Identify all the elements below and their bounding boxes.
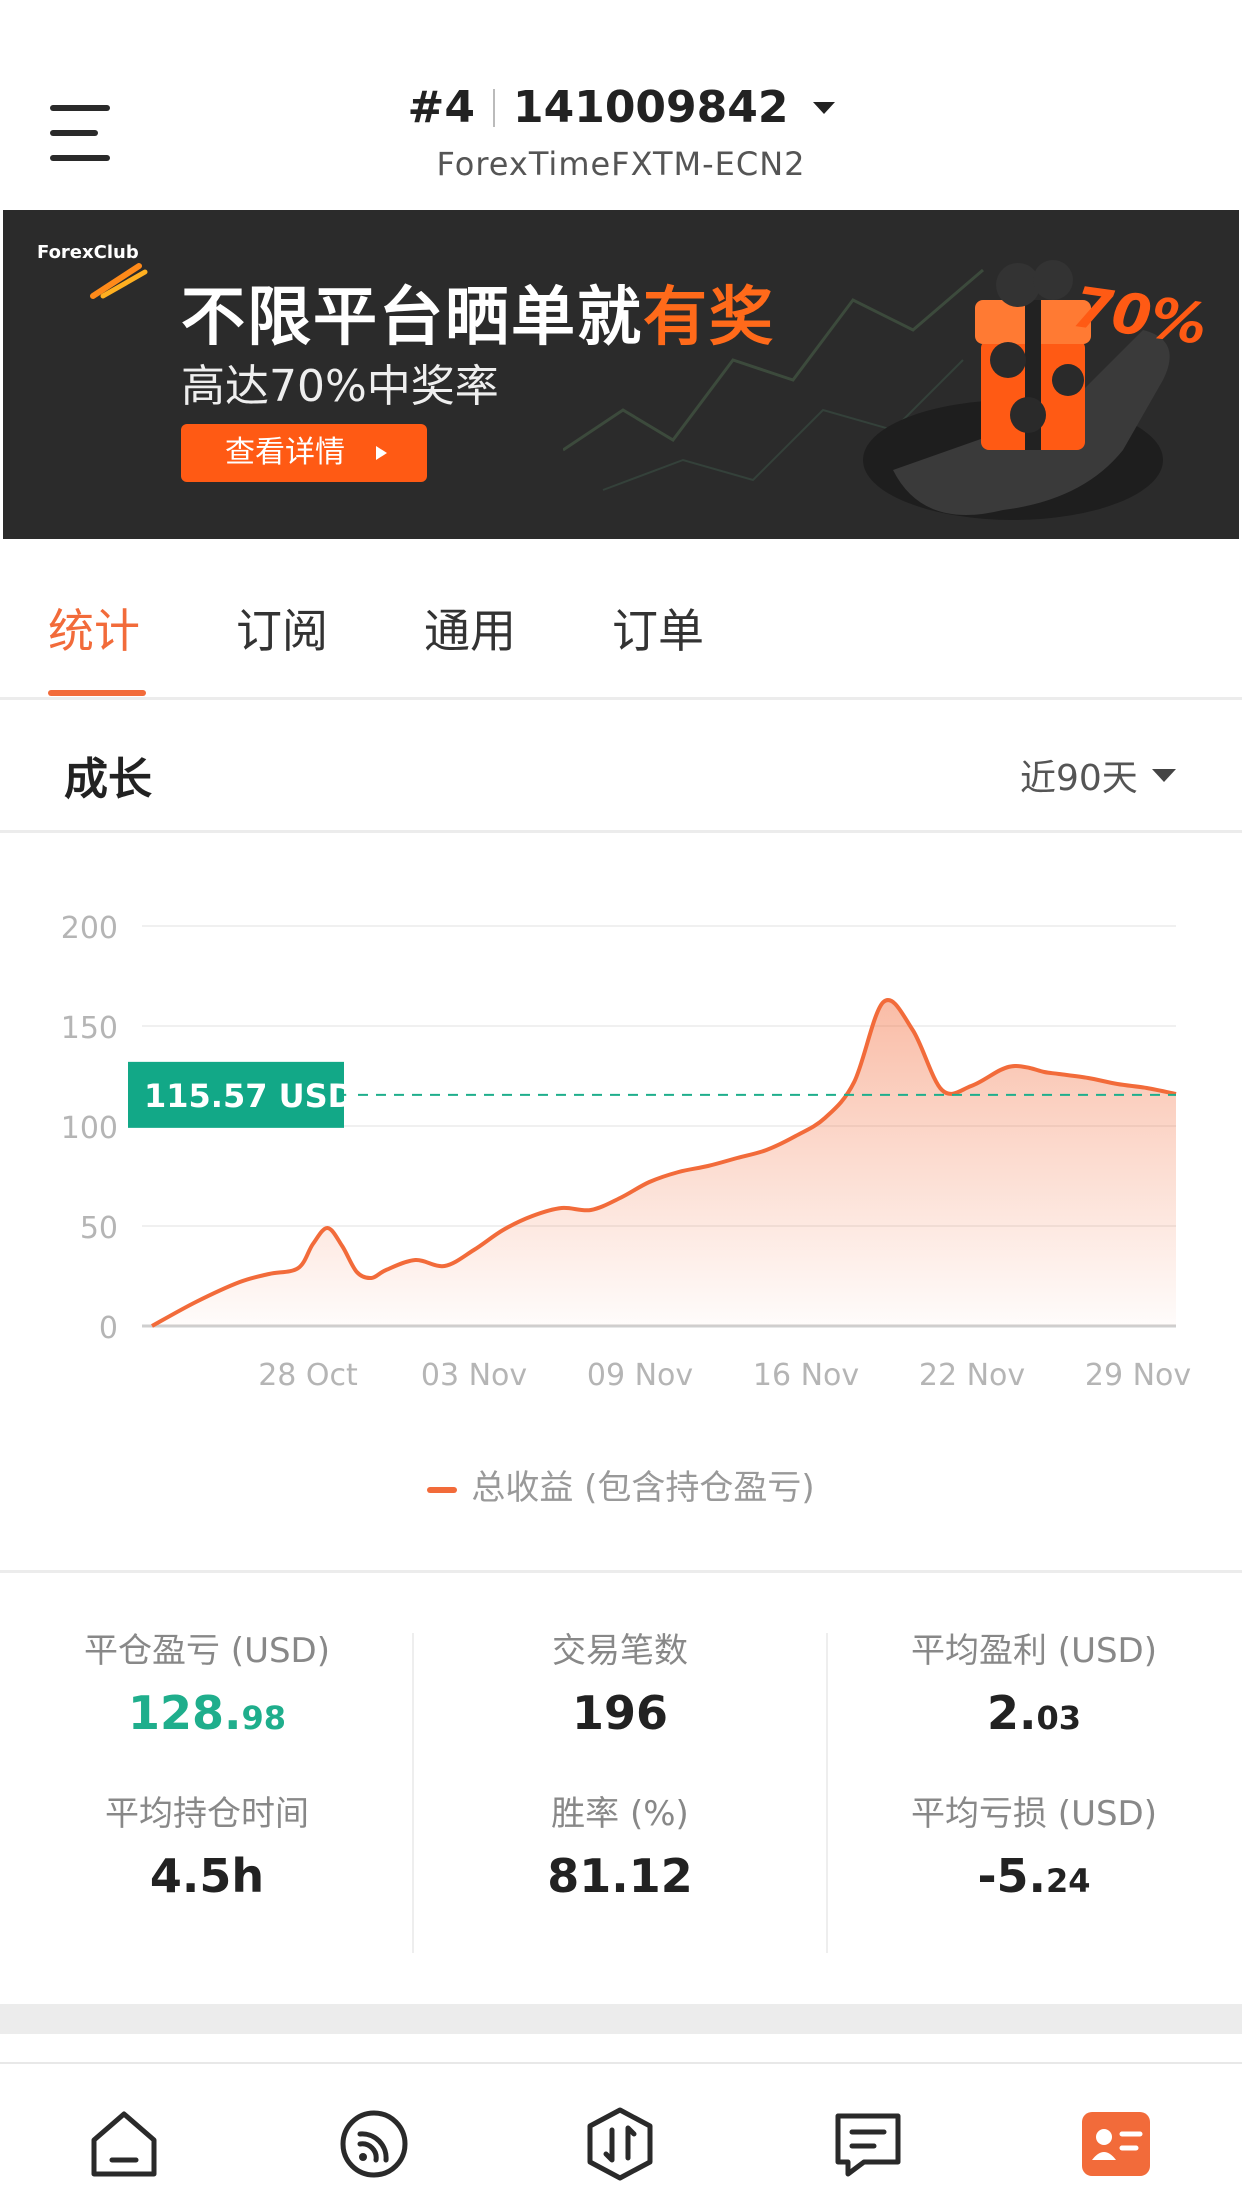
growth-chart: 0 50 100 150 200 28 Oct 03 Nov 09 Nov 16 Nov 22 …	[0, 836, 1242, 1568]
chevron-down-icon	[1151, 768, 1176, 782]
stats-divider	[826, 1633, 828, 1953]
account-index: #4	[407, 82, 475, 133]
stat-value: 196	[571, 1686, 669, 1740]
stat-label: 平均持仓时间	[105, 1794, 309, 1834]
section-title: 成长	[64, 754, 152, 805]
tab-orders[interactable]: 订单	[612, 595, 704, 661]
stat-closed-pnl: 平仓盈亏 (USD) 128.98	[17, 1623, 397, 1740]
stats-column-3: 平均盈利 (USD) 2.03 平均亏损 (USD) -5.24	[844, 1623, 1224, 1983]
signal-icon[interactable]	[334, 2104, 414, 2184]
tab-bar: 统计 订阅 通用 订单	[0, 540, 1242, 700]
current-value-label: 115.57 USD	[144, 1077, 354, 1115]
banner-gift-illustration	[563, 260, 1170, 520]
series-area	[152, 1000, 1176, 1326]
chart-legend[interactable]: 总收益 (包含持仓盈亏)	[0, 1460, 1242, 1509]
time-range-select[interactable]: 近90天	[1020, 749, 1176, 801]
account-server: ForexTimeFXTM-ECN2	[436, 145, 806, 183]
stat-win-rate: 胜率 (%) 81.12	[430, 1786, 810, 1903]
stats-column-1: 平仓盈亏 (USD) 128.98 平均持仓时间 4.5h	[17, 1623, 397, 1983]
y-tick-label: 50	[80, 1211, 118, 1246]
stat-label: 胜率 (%)	[551, 1794, 689, 1834]
growth-section-header: 成长 近90天	[0, 703, 1242, 833]
y-tick-label: 200	[61, 911, 118, 946]
tab-statistics[interactable]: 统计	[48, 595, 140, 661]
account-selector[interactable]: #4 141009842 ForexTimeFXTM-ECN2	[0, 82, 1242, 183]
message-icon[interactable]	[828, 2104, 908, 2184]
y-tick-label: 0	[99, 1311, 118, 1346]
x-tick-label: 28 Oct	[258, 1358, 358, 1393]
bottom-nav	[0, 2062, 1242, 2208]
stat-avg-loss: 平均亏损 (USD) -5.24	[844, 1786, 1224, 1903]
legend-swatch	[427, 1486, 458, 1493]
account-separator	[492, 88, 495, 127]
stat-value: -5.24	[977, 1849, 1091, 1903]
time-range-label: 近90天	[1020, 758, 1138, 799]
stat-label: 平均盈利 (USD)	[911, 1631, 1157, 1671]
stat-avg-profit: 平均盈利 (USD) 2.03	[844, 1623, 1224, 1740]
stat-avg-hold-time: 平均持仓时间 4.5h	[17, 1786, 397, 1903]
account-number: 141009842	[512, 82, 789, 133]
x-tick-label: 03 Nov	[421, 1358, 527, 1393]
stat-label: 交易笔数	[552, 1631, 688, 1671]
stat-trade-count: 交易笔数 196	[430, 1623, 810, 1740]
y-tick-label: 100	[61, 1111, 118, 1146]
promo-banner[interactable]: ForexClub 不限平台晒单就有奖 高达70%中奖率 查看详情 70%	[3, 210, 1239, 539]
stat-value: 81.12	[547, 1849, 693, 1903]
stat-value: 128.98	[127, 1686, 287, 1740]
app-header: #4 141009842 ForexTimeFXTM-ECN2	[0, 0, 1242, 207]
view-details-button[interactable]: 查看详情	[181, 424, 427, 482]
trade-icon[interactable]	[580, 2104, 660, 2184]
section-divider-bar	[0, 2004, 1242, 2034]
x-tick-label: 29 Nov	[1085, 1358, 1191, 1393]
active-tab-indicator	[48, 690, 146, 696]
x-tick-label: 22 Nov	[919, 1358, 1025, 1393]
banner-subtitle: 高达70%中奖率	[181, 361, 499, 412]
stats-column-2: 交易笔数 196 胜率 (%) 81.12	[430, 1623, 810, 1983]
stat-value: 4.5h	[149, 1849, 265, 1903]
legend-label: 总收益 (包含持仓盈亏)	[471, 1468, 815, 1508]
stat-label: 平仓盈亏 (USD)	[84, 1631, 330, 1671]
stat-value: 2.03	[986, 1686, 1081, 1740]
caret-down-icon[interactable]	[812, 101, 835, 114]
growth-chart-svg: 0 50 100 150 200 28 Oct 03 Nov 09 Nov 16 Nov 22 …	[61, 911, 1191, 1393]
profile-card-icon[interactable]	[1076, 2104, 1156, 2184]
banner-title: 不限平台晒单就有奖	[181, 281, 775, 355]
tab-subscriptions[interactable]: 订阅	[236, 595, 328, 661]
stat-label: 平均亏损 (USD)	[911, 1794, 1157, 1834]
y-tick-label: 150	[61, 1011, 118, 1046]
x-tick-label: 16 Nov	[753, 1358, 859, 1393]
forexclub-logo-mark	[90, 263, 148, 299]
home-icon[interactable]	[84, 2104, 164, 2184]
x-tick-label: 09 Nov	[587, 1358, 693, 1393]
stats-panel: 平仓盈亏 (USD) 128.98 平均持仓时间 4.5h 交易笔数 196 胜…	[0, 1570, 1242, 2000]
tab-general[interactable]: 通用	[424, 595, 516, 661]
stats-divider	[412, 1633, 414, 1953]
